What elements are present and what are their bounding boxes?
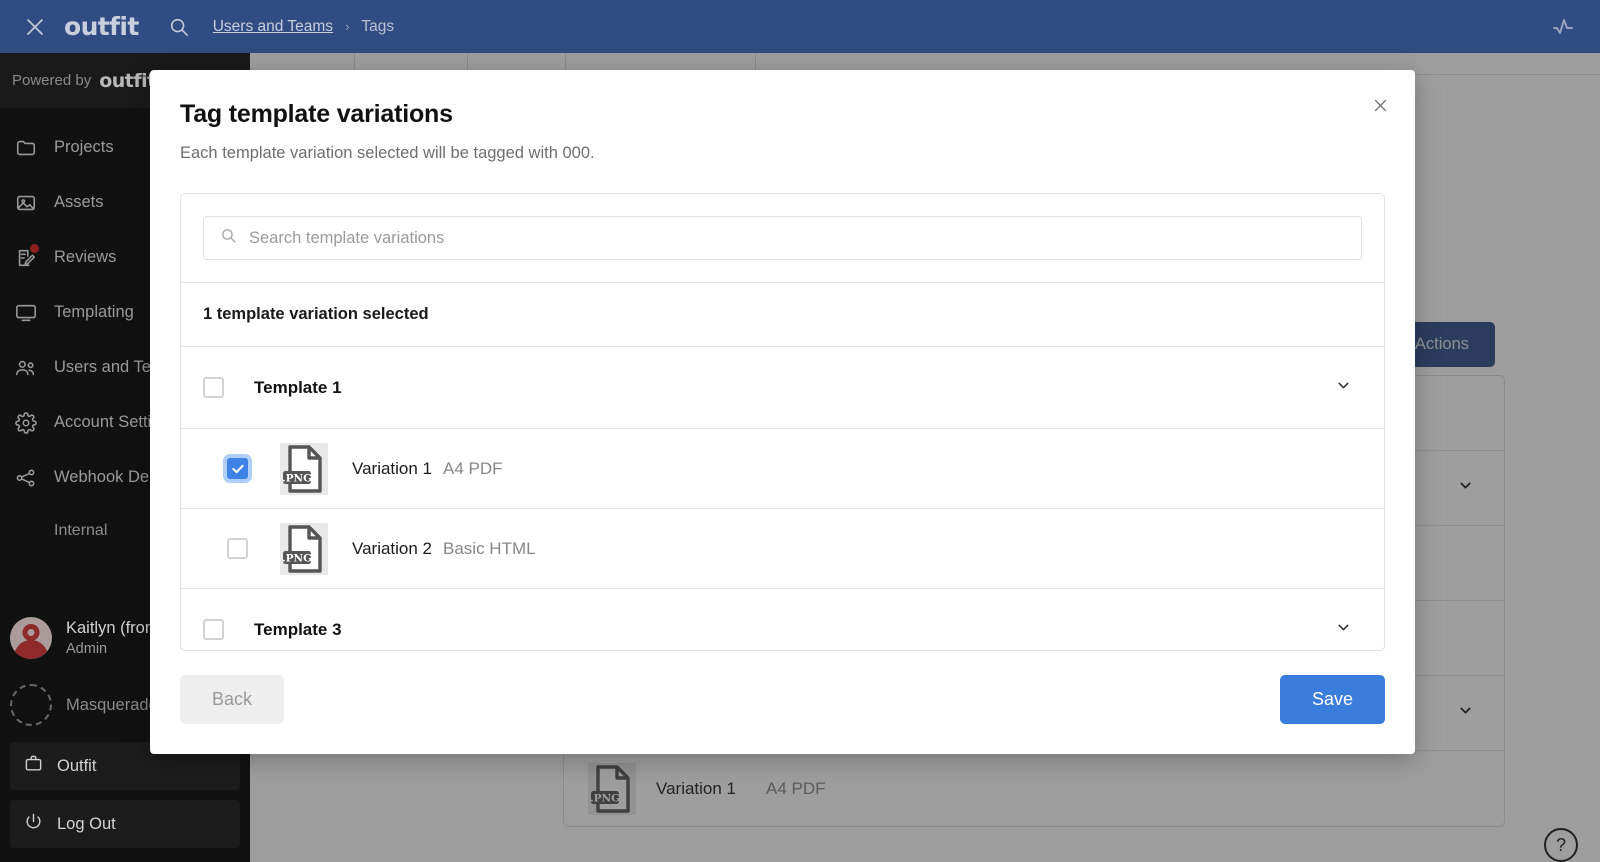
top-bar: outfit Users and Teams › Tags — [0, 0, 1600, 53]
variation-sublabel: Basic HTML — [443, 538, 536, 558]
breadcrumb-separator: › — [345, 19, 350, 34]
sidebar-item-label: Assets — [54, 193, 104, 211]
breadcrumb-current-tags: Tags — [361, 17, 395, 35]
sidebar-item-label: Templating — [54, 303, 134, 321]
modal-subtitle: Each template variation selected will be… — [180, 144, 595, 162]
variation-label: Variation 1 — [352, 458, 433, 478]
tag-template-variations-modal: Tag template variations Each template va… — [150, 70, 1415, 754]
briefcase-icon — [24, 754, 43, 778]
template-checkbox[interactable] — [203, 377, 224, 398]
user-role: Admin — [66, 641, 108, 657]
monitor-icon — [14, 301, 38, 325]
sidebar-button-label: Log Out — [57, 814, 116, 833]
avatar — [10, 617, 52, 659]
activity-pulse-icon[interactable] — [1546, 10, 1580, 44]
back-button[interactable]: Back — [180, 675, 285, 724]
review-pen-icon — [14, 243, 39, 270]
template-name: Template 1 — [254, 377, 342, 397]
modal-footer: Back Save — [180, 651, 1385, 724]
template-row-template-1[interactable]: Template 1 — [181, 346, 1384, 428]
template-name: Template 3 — [254, 619, 342, 639]
selected-count-label: 1 template variation selected — [181, 282, 1384, 346]
variation-sublabel: A4 PDF — [443, 458, 503, 478]
png-file-icon: .PNG — [280, 522, 328, 575]
variation-checkbox[interactable] — [227, 538, 248, 559]
search-icon — [220, 227, 237, 249]
svg-text:.PNG: .PNG — [282, 472, 312, 484]
search-wrap — [181, 194, 1384, 282]
variation-row-variation-1[interactable]: .PNG Variation 1 A4 PDF — [181, 428, 1384, 508]
folder-icon — [14, 136, 38, 160]
variation-text: Variation 2 Basic HTML — [352, 539, 536, 559]
breadcrumb: Users and Teams › Tags — [213, 18, 394, 36]
power-icon — [24, 812, 43, 836]
app-root: Actions .PNG Variation 1 A4 PDF ? Powere… — [0, 0, 1600, 862]
chevron-down-icon[interactable] — [1335, 619, 1352, 641]
top-bar-right — [1546, 10, 1580, 44]
search-input[interactable] — [249, 228, 1345, 248]
template-checkbox[interactable] — [203, 619, 224, 640]
sidebar-item-label: Reviews — [54, 248, 117, 266]
image-icon — [14, 191, 38, 215]
outfit-logo: outfit — [64, 12, 139, 41]
close-icon[interactable] — [1367, 92, 1393, 118]
masquerade-label: Masquerade — [66, 695, 158, 714]
sidebar-item-label: Projects — [54, 138, 114, 156]
user-names: Kaitlyn (from Admin — [66, 619, 159, 657]
modal-title: Tag template variations — [180, 100, 453, 128]
search-icon[interactable] — [165, 13, 193, 41]
gear-icon — [14, 411, 38, 435]
sidebar-button-log-out[interactable]: Log Out — [10, 800, 240, 848]
variation-label: Variation 2 — [352, 538, 433, 558]
variation-checkbox[interactable] — [227, 458, 248, 479]
svg-text:.PNG: .PNG — [282, 552, 312, 564]
notification-badge — [30, 243, 39, 253]
close-icon[interactable] — [20, 12, 50, 42]
sidebar-button-label: Outfit — [57, 756, 97, 775]
variation-row-variation-2[interactable]: .PNG Variation 2 Basic HTML — [181, 508, 1384, 588]
users-icon — [14, 356, 38, 380]
png-file-icon: .PNG — [280, 442, 328, 495]
powered-by-logo: outfit — [99, 69, 156, 92]
user-name: Kaitlyn (from — [66, 619, 159, 637]
search-box[interactable] — [203, 216, 1362, 260]
variation-text: Variation 1 A4 PDF — [352, 459, 503, 479]
template-row-template-3[interactable]: Template 3 — [181, 588, 1384, 650]
breadcrumb-link-users-and-teams[interactable]: Users and Teams — [213, 18, 333, 36]
template-variation-picker: 1 template variation selected Template 1 — [180, 193, 1385, 651]
save-button[interactable]: Save — [1279, 675, 1385, 724]
powered-by-text: Powered by — [12, 72, 92, 89]
chevron-down-icon[interactable] — [1335, 377, 1352, 399]
webhook-share-icon — [14, 466, 38, 490]
masquerade-avatar-placeholder — [10, 684, 52, 726]
